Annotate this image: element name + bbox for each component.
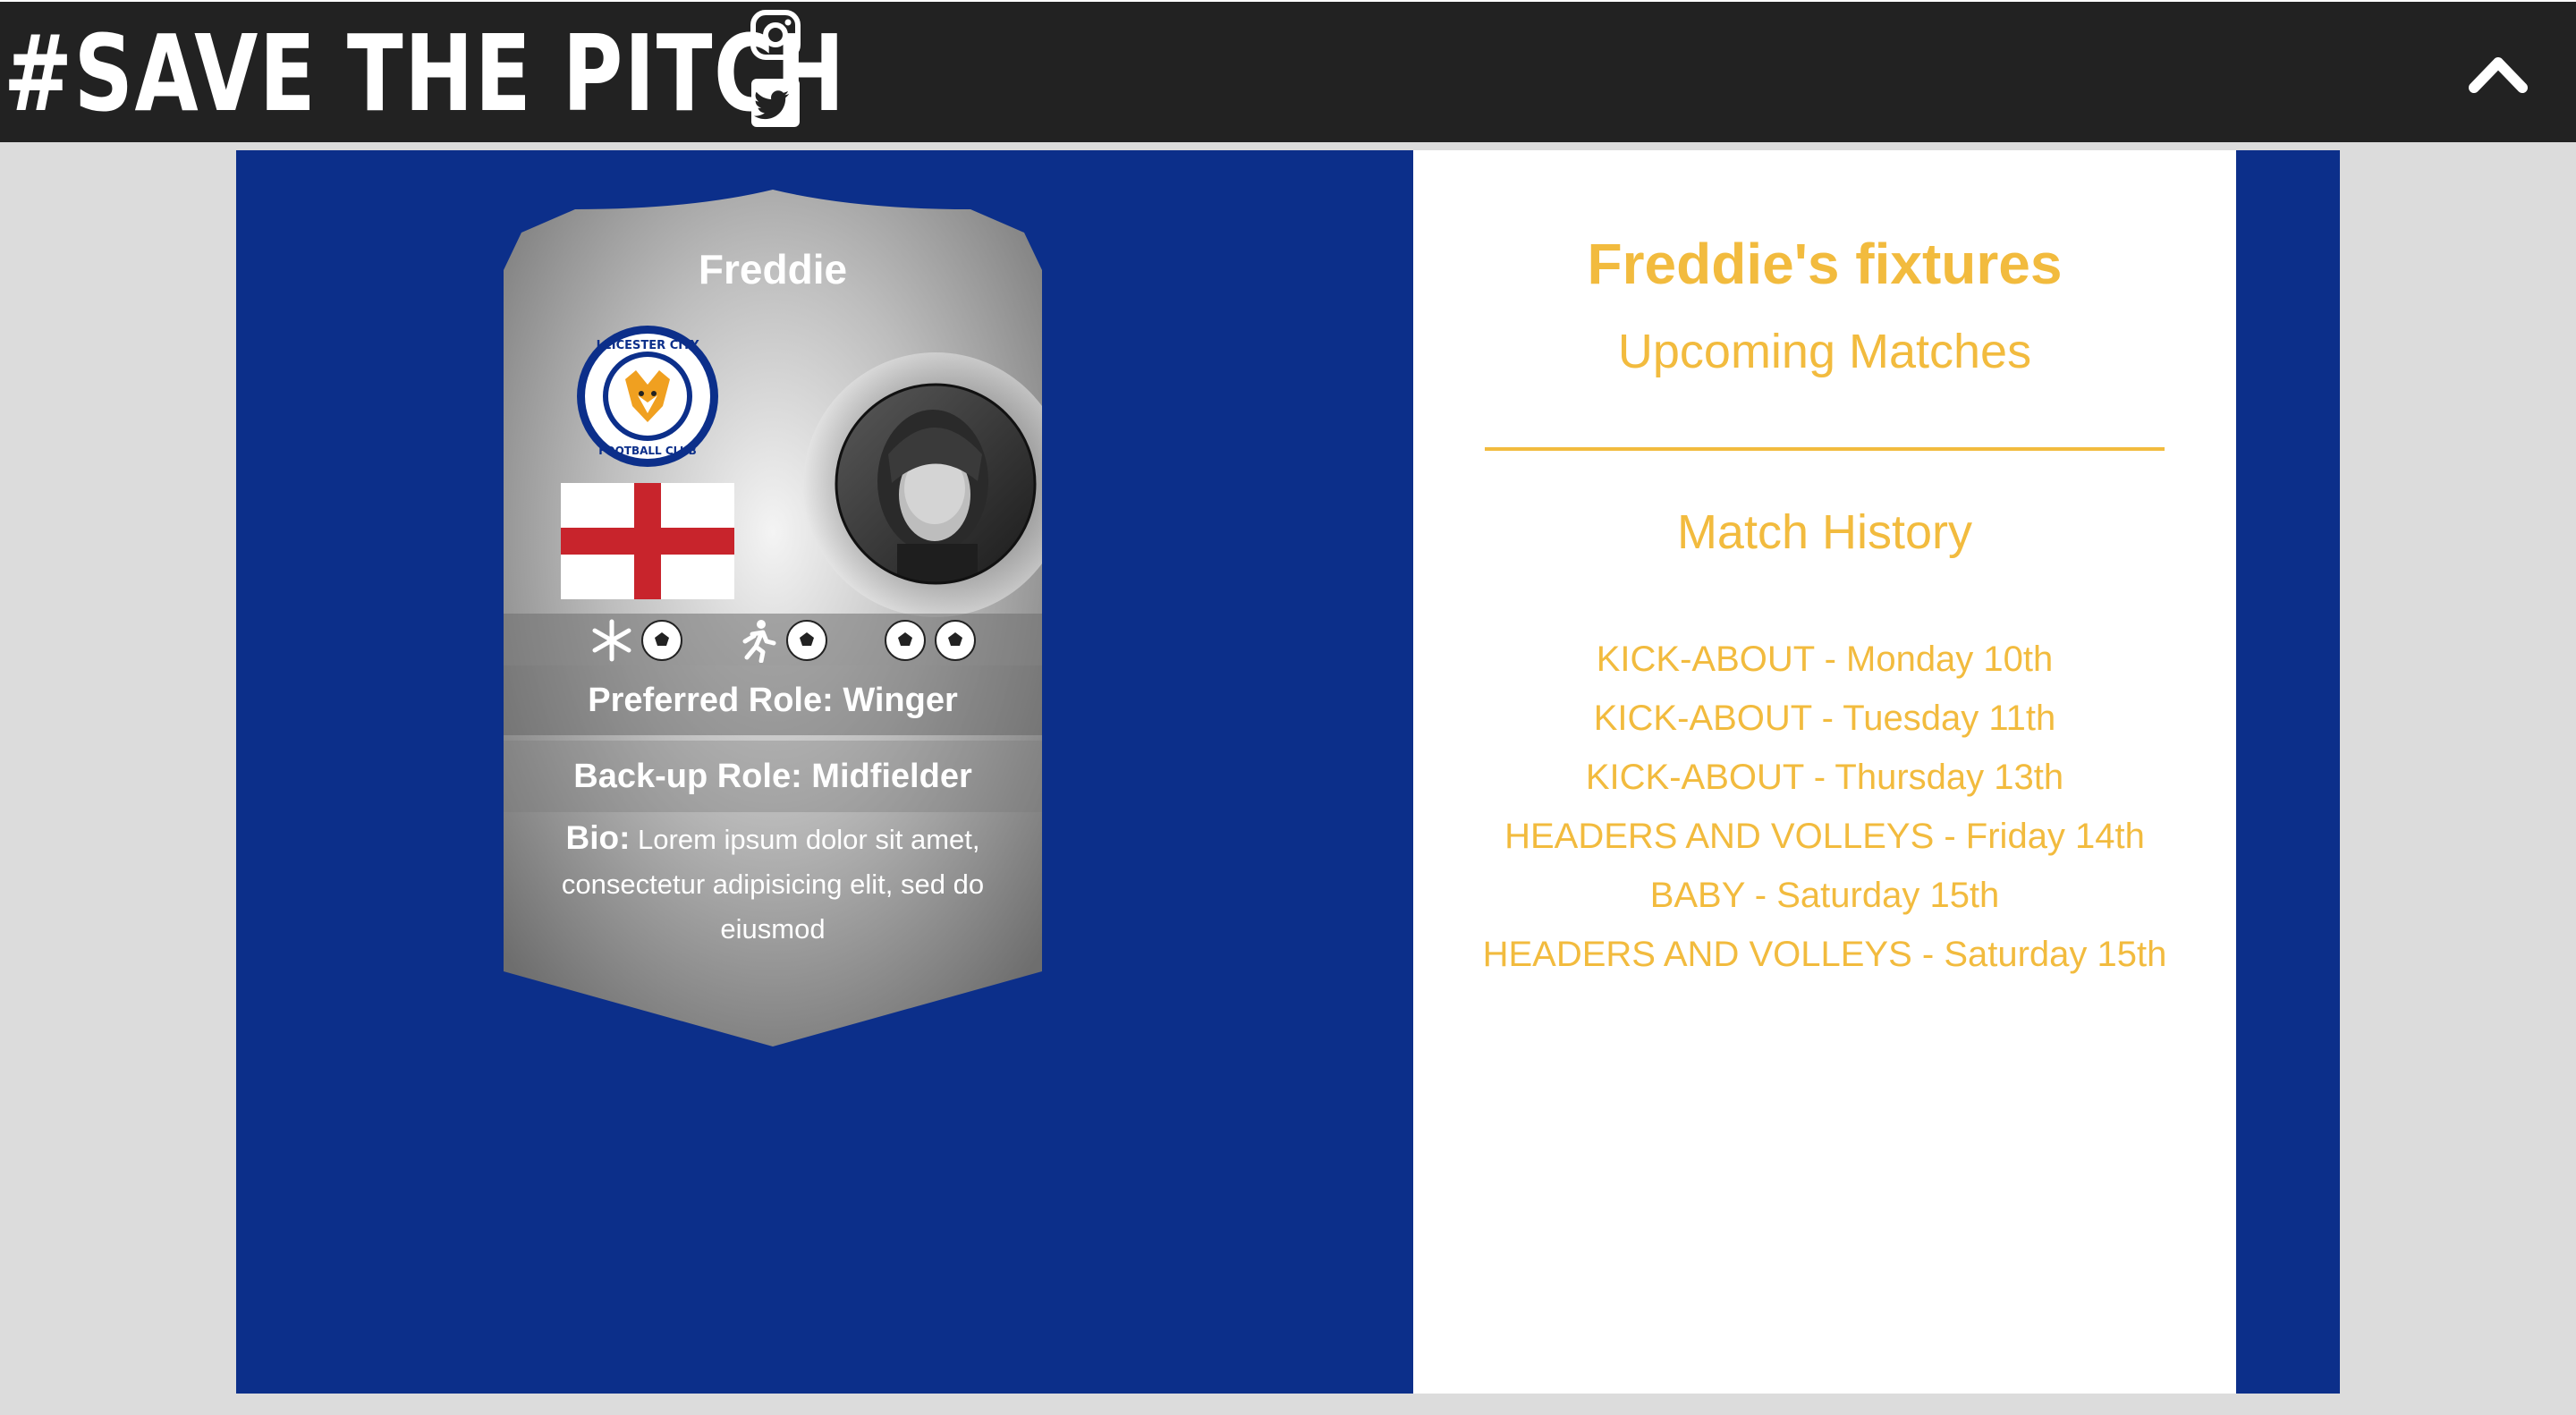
brand-logo[interactable]: #SAVE THE PITCH bbox=[4, 11, 846, 136]
match-history-heading: Match History bbox=[1676, 505, 1973, 559]
player-card: Freddie LEICESTER CITY FOOTBALL CLUB Pre… bbox=[504, 190, 1042, 1046]
player-photo bbox=[835, 383, 1037, 585]
running-icon bbox=[742, 620, 776, 663]
side-strip bbox=[2236, 150, 2340, 1394]
stat-snowflake-ball bbox=[589, 615, 684, 665]
player-bio: Bio: Lorem ipsum dolor sit amet, consect… bbox=[530, 816, 1015, 952]
snowflake-icon bbox=[592, 619, 631, 662]
section-divider bbox=[1485, 447, 2165, 451]
match-history-item[interactable]: HEADERS AND VOLLEYS - Friday 14th bbox=[1476, 807, 2174, 866]
instagram-icon[interactable] bbox=[750, 9, 801, 61]
top-navbar: #SAVE THE PITCH bbox=[0, 0, 2576, 142]
twitter-icon[interactable] bbox=[750, 77, 801, 129]
match-history-list: KICK-ABOUT - Monday 10th KICK-ABOUT - Tu… bbox=[1476, 630, 2174, 984]
chevron-up-icon[interactable] bbox=[2467, 54, 2529, 93]
upcoming-matches-heading: Upcoming Matches bbox=[1617, 325, 2032, 378]
england-flag-icon bbox=[561, 483, 734, 599]
stat-running-ball bbox=[734, 615, 829, 665]
leicester-city-badge-icon: LEICESTER CITY FOOTBALL CLUB bbox=[577, 326, 718, 467]
fixtures-title: Freddie's fixtures bbox=[1587, 232, 2063, 296]
football-icon bbox=[786, 620, 827, 661]
svg-text:FOOTBALL CLUB: FOOTBALL CLUB bbox=[598, 445, 697, 457]
social-links bbox=[750, 9, 803, 145]
svg-text:LEICESTER CITY: LEICESTER CITY bbox=[597, 339, 699, 352]
player-name: Freddie bbox=[698, 246, 848, 292]
preferred-role: Preferred Role: Winger bbox=[504, 665, 1042, 735]
match-history-item[interactable]: HEADERS AND VOLLEYS - Saturday 15th bbox=[1476, 925, 2174, 984]
match-history-item[interactable]: BABY - Saturday 15th bbox=[1476, 866, 2174, 925]
match-history-item[interactable]: KICK-ABOUT - Monday 10th bbox=[1476, 630, 2174, 689]
stat-two-balls bbox=[883, 615, 978, 665]
backup-role: Back-up Role: Midfielder bbox=[504, 741, 1042, 812]
bio-label: Bio: bbox=[565, 819, 631, 856]
football-icon bbox=[641, 620, 682, 661]
match-history-item[interactable]: KICK-ABOUT - Thursday 13th bbox=[1476, 748, 2174, 807]
match-history-item[interactable]: KICK-ABOUT - Tuesday 11th bbox=[1476, 689, 2174, 748]
football-icon bbox=[885, 620, 926, 661]
football-icon bbox=[935, 620, 976, 661]
